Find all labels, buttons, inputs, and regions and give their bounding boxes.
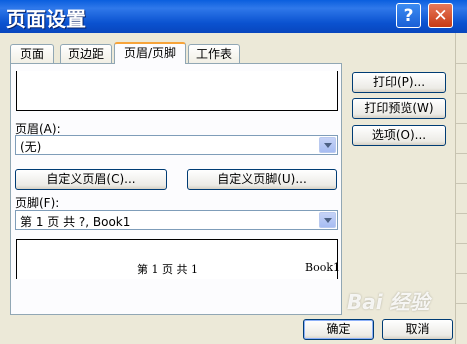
- print-preview-button[interactable]: 打印预览(W): [352, 98, 446, 119]
- help-button[interactable]: ?: [396, 3, 421, 28]
- tab-sheet[interactable]: 工作表: [188, 44, 240, 63]
- help-icon: ?: [403, 6, 414, 26]
- tab-margins[interactable]: 页边距: [60, 44, 112, 63]
- close-button[interactable]: ✕: [428, 3, 453, 28]
- footer-dropdown-value: 第 1 页 共 ?, Book1: [20, 215, 131, 229]
- options-button[interactable]: 选项(O)...: [352, 125, 446, 146]
- header-preview: [16, 71, 338, 111]
- custom-footer-button[interactable]: 自定义页脚(U)...: [187, 169, 337, 190]
- ok-button[interactable]: 确定: [303, 319, 374, 340]
- footer-preview: 第 1 页 共 1 Book1: [16, 239, 340, 279]
- footer-label: 页脚(F):: [15, 196, 60, 210]
- header-footer-panel: 页眉(A): (无) 自定义页眉(C)... 自定义页脚(U)... 页脚(F)…: [10, 63, 342, 315]
- tab-header-footer[interactable]: 页眉/页脚: [114, 42, 186, 64]
- watermark-logo: Bai 经验: [347, 290, 430, 314]
- footer-dropdown[interactable]: 第 1 页 共 ?, Book1: [15, 210, 338, 230]
- title-bar: 页面设置 ? ✕: [0, 0, 467, 33]
- header-dropdown-value: (无): [20, 140, 42, 154]
- tab-page[interactable]: 页面: [10, 44, 54, 63]
- page-setup-dialog: 页面设置 ? ✕ 页面 页边距 页眉/页脚 工作表 页眉(A): (无) 自定义…: [0, 0, 467, 344]
- chevron-down-icon[interactable]: [319, 212, 336, 228]
- chevron-down-icon[interactable]: [319, 137, 336, 153]
- header-dropdown[interactable]: (无): [15, 135, 338, 155]
- footer-preview-right: Book1: [305, 261, 340, 274]
- custom-header-button[interactable]: 自定义页眉(C)...: [15, 169, 167, 190]
- close-icon: ✕: [433, 6, 448, 26]
- dialog-title: 页面设置: [6, 7, 86, 31]
- cancel-button[interactable]: 取消: [382, 319, 453, 340]
- footer-preview-center: 第 1 页 共 1: [137, 263, 198, 276]
- background-sheet-edge: [455, 33, 467, 344]
- print-button[interactable]: 打印(P)...: [352, 72, 446, 93]
